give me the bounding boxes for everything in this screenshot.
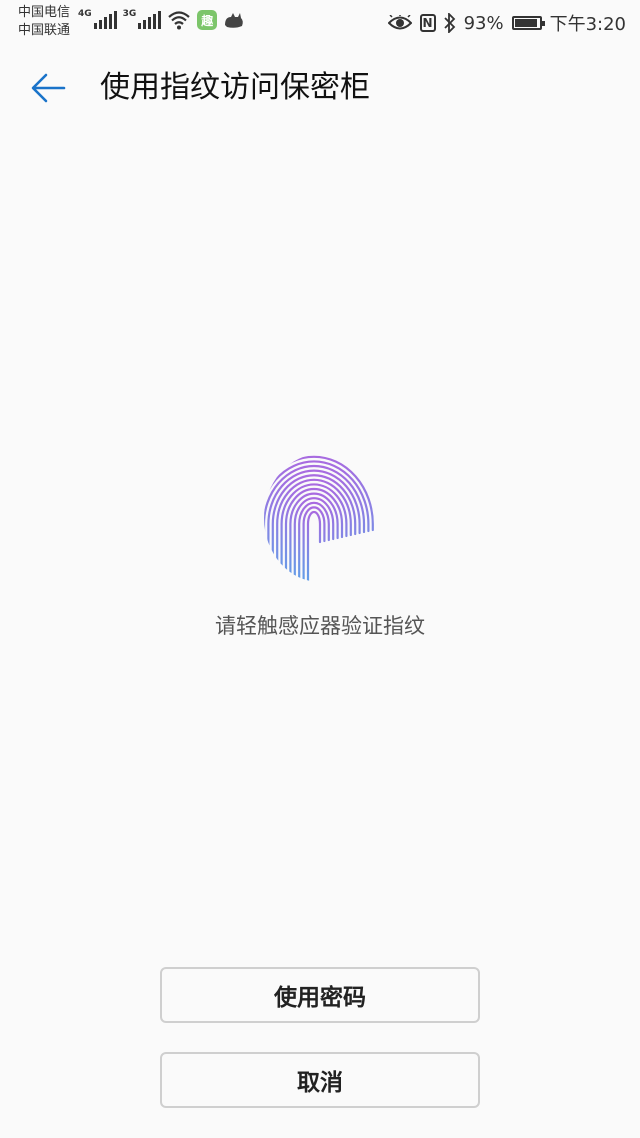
cancel-button[interactable]: 取消	[160, 1052, 480, 1108]
clock: 下午3:20	[549, 14, 626, 35]
carrier-names: 中国电信 中国联通	[18, 4, 70, 40]
page-title: 使用指纹访问保密柜	[100, 70, 370, 105]
status-right-icons: N 93% 下午3:20	[387, 10, 626, 36]
fingerprint-area	[260, 452, 380, 588]
network-type-2: 3G	[122, 9, 137, 19]
back-button[interactable]	[26, 66, 70, 110]
status-left-icons: 4G 3G 趣	[78, 9, 245, 30]
signal-icon	[93, 11, 117, 29]
carrier-2: 中国联通	[18, 23, 71, 38]
fingerprint-ridge	[276, 478, 352, 582]
carrier-1: 中国电信	[18, 5, 71, 20]
fingerprint-icon	[264, 455, 374, 582]
bluetooth-icon	[443, 13, 455, 33]
eye-icon	[387, 15, 412, 30]
cat-icon	[225, 13, 244, 28]
nfc-icon: N	[419, 14, 436, 32]
fingerprint-prompt: 请轻触感应器验证指纹	[215, 614, 425, 638]
wifi-icon	[168, 11, 191, 30]
battery-percent: 93%	[463, 12, 504, 34]
status-bar: 中国电信 中国联通 4G 3G 趣 N 93% 下午3:20	[0, 0, 640, 44]
app-icon: 趣	[197, 10, 218, 30]
network-type-1: 4G	[78, 9, 92, 19]
signal-icon-2	[138, 11, 162, 29]
fingerprint-ridge	[302, 506, 326, 582]
fingerprint-ridge	[306, 510, 322, 582]
battery-icon	[511, 16, 545, 30]
use-password-button[interactable]: 使用密码	[160, 967, 480, 1023]
app-bar: 使用指纹访问保密柜	[0, 58, 640, 118]
arrow-left-icon	[31, 73, 66, 103]
